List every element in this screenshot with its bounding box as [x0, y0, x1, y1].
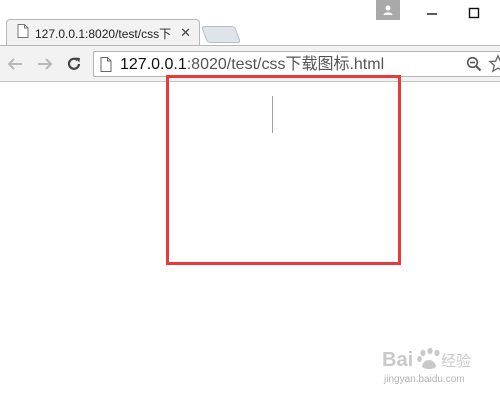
svg-text:Bai: Bai — [382, 349, 413, 371]
forward-button[interactable] — [34, 53, 56, 75]
maximize-button[interactable] — [463, 2, 485, 24]
tab-strip: 127.0.0.1:8020/test/css下载图标.html ✕ — [0, 0, 500, 45]
tab-content: 127.0.0.1:8020/test/css下载图标.html — [17, 23, 171, 43]
baidu-logo-icon: Bai 经验 — [382, 347, 471, 371]
reload-icon — [67, 57, 81, 70]
zoom-out-icon[interactable] — [466, 56, 482, 77]
arrow-right-icon — [38, 58, 53, 70]
baidu-watermark: Bai 经验 jingyan.baidu.com — [378, 344, 496, 396]
watermark-url: jingyan.baidu.com — [384, 374, 465, 385]
highlight-box — [166, 75, 401, 265]
page-icon — [100, 57, 112, 77]
active-tab[interactable]: 127.0.0.1:8020/test/css下载图标.html ✕ — [6, 19, 200, 45]
browser-window: 127.0.0.1:8020/test/css下载图标.html ✕ 127.0… — [0, 0, 500, 402]
tab-close-icon[interactable]: ✕ — [180, 24, 191, 42]
minimize-button[interactable] — [421, 2, 443, 24]
page-content: Bai 经验 jingyan.baidu.com — [0, 75, 500, 402]
arrow-left-icon — [7, 58, 22, 70]
address-bar[interactable]: 127.0.0.1:8020/test/css下载图标.html — [93, 51, 500, 77]
page-icon — [17, 23, 29, 43]
new-tab-button[interactable] — [200, 26, 242, 43]
tab-title: 127.0.0.1:8020/test/css下载图标.html — [35, 26, 171, 41]
url-host: 127.0.0.1 — [120, 56, 187, 73]
text-cursor — [272, 96, 273, 133]
reload-button[interactable] — [63, 53, 85, 75]
back-button[interactable] — [4, 53, 26, 75]
svg-text:经验: 经验 — [441, 352, 471, 370]
person-icon — [383, 5, 393, 15]
minimize-icon — [427, 13, 437, 15]
url-path: :8020/test/css下载图标.html — [186, 56, 385, 73]
url-text: 127.0.0.1:8020/test/css下载图标.html — [120, 55, 384, 75]
bookmark-star-icon[interactable] — [488, 54, 500, 79]
profile-button[interactable] — [376, 0, 400, 20]
maximize-icon — [468, 7, 480, 19]
